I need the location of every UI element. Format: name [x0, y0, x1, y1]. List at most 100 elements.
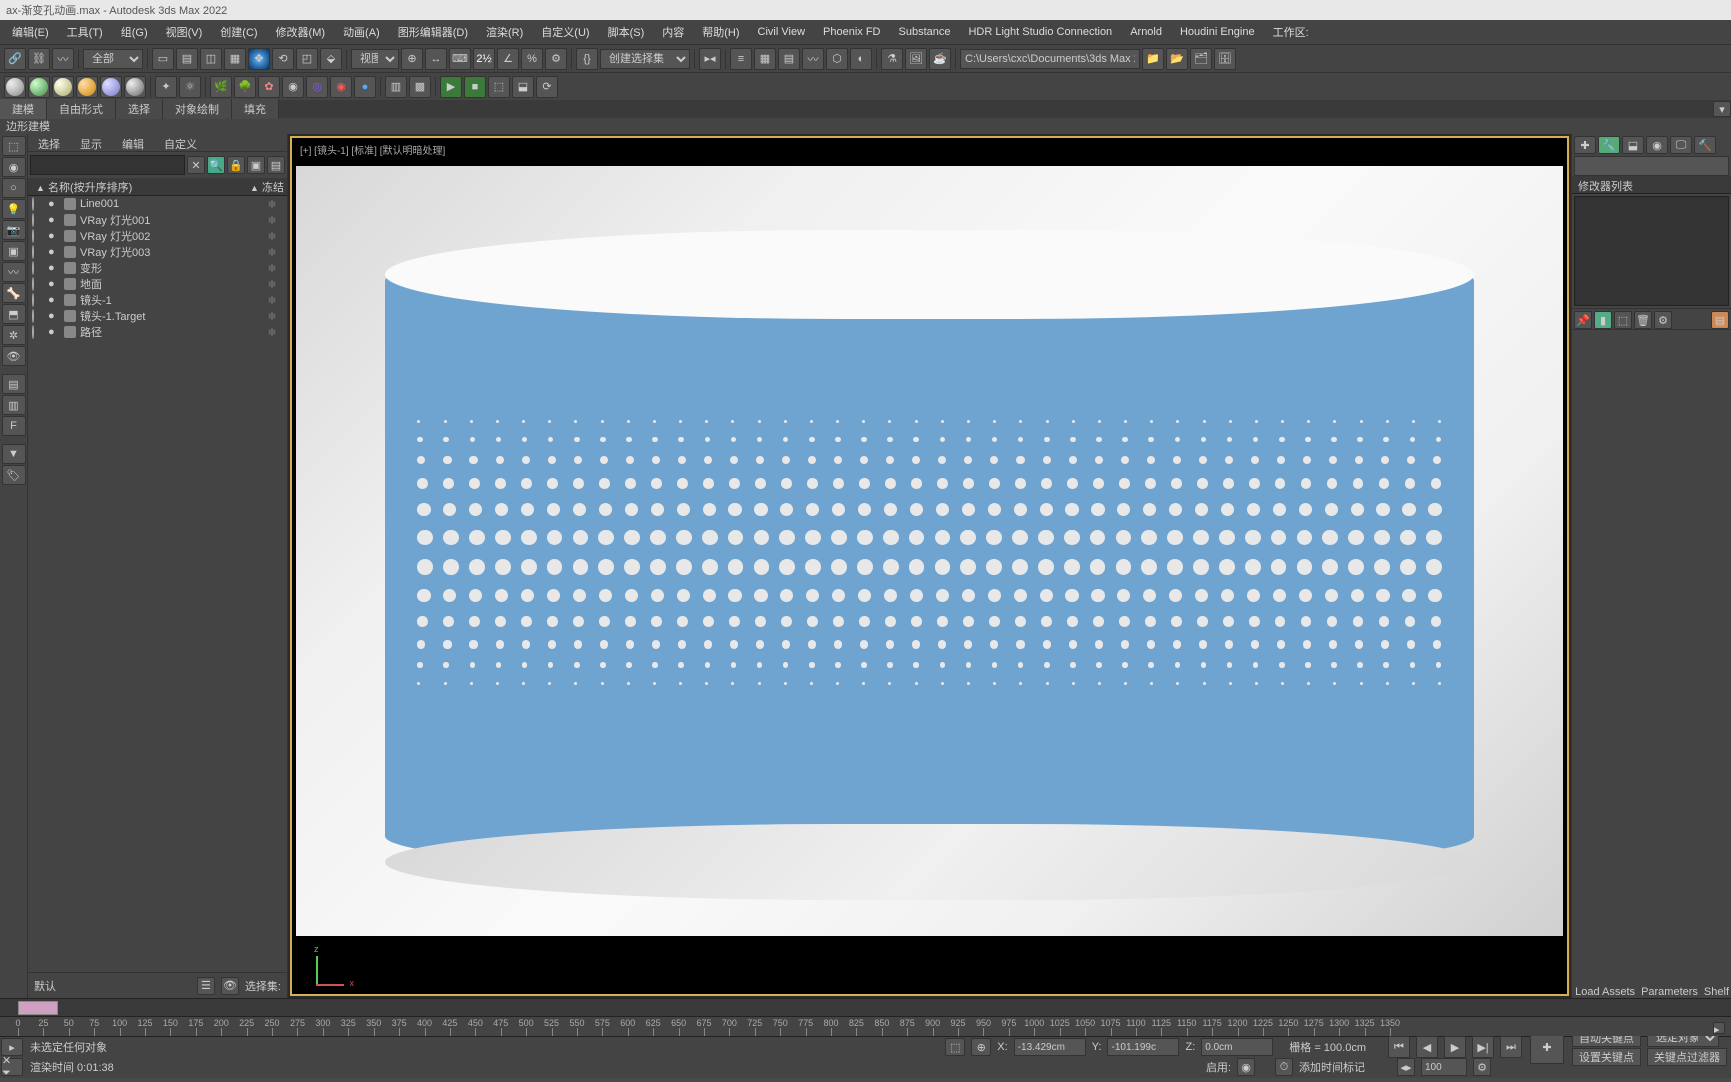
se-layer-icon[interactable]: ☰ — [197, 977, 215, 995]
cp-tab-display-icon[interactable]: 🖵 — [1670, 136, 1692, 154]
menu-houdini[interactable]: Houdini Engine — [1172, 22, 1263, 42]
cp-remove-icon[interactable]: 🗑 — [1634, 311, 1652, 329]
freeze-cell[interactable]: ❄ — [257, 294, 287, 307]
menu-arnold[interactable]: Arnold — [1122, 22, 1170, 42]
menu-substance[interactable]: Substance — [891, 22, 959, 42]
bind-icon[interactable]: 〰 — [52, 48, 74, 70]
se-filter-space-icon[interactable]: 〰 — [2, 262, 26, 282]
ribbon-tab-modeling[interactable]: 建模 — [0, 99, 47, 119]
sphere-btn-5[interactable] — [100, 76, 122, 98]
named-selset-select[interactable]: 创建选择集 — [600, 49, 690, 69]
link-icon[interactable]: 🔗 — [4, 48, 26, 70]
freeze-icon[interactable]: ● — [48, 262, 60, 274]
ribbon-tab-selection[interactable]: 选择 — [116, 99, 163, 119]
se-item-2[interactable]: ●VRay 灯光002❄ — [28, 228, 287, 244]
lock-selection-icon[interactable]: ⬚ — [945, 1038, 965, 1056]
material-editor-icon[interactable]: ◐ — [850, 48, 872, 70]
menu-help[interactable]: 帮助(H) — [694, 20, 747, 44]
eye-icon[interactable] — [32, 310, 44, 322]
se-filter-bone-icon[interactable]: 🦴 — [2, 283, 26, 303]
se-item-5[interactable]: ●地面❄ — [28, 276, 287, 292]
ribbon-tab-freeform[interactable]: 自由形式 — [47, 99, 116, 119]
cp-tab-parameters[interactable]: Parameters — [1641, 986, 1698, 998]
cp-pin-icon[interactable]: 📌 — [1574, 311, 1592, 329]
manipulate-icon[interactable]: ↔ — [425, 48, 447, 70]
se-filter-light-icon[interactable]: 💡 — [2, 199, 26, 219]
freeze-icon[interactable]: ● — [48, 230, 60, 242]
se-filter-group-icon[interactable]: ⬒ — [2, 304, 26, 324]
se-col-name[interactable]: ▲ 名称(按升序排序) — [28, 179, 247, 195]
timetag-icon[interactable]: ⏱ — [1275, 1058, 1293, 1076]
ribbon-dropdown-icon[interactable]: ▾ — [1713, 101, 1731, 117]
project-icon-3[interactable]: 🗂 — [1190, 48, 1212, 70]
time-slider[interactable] — [0, 998, 1731, 1016]
cp-tab-motion-icon[interactable]: ◉ — [1646, 136, 1668, 154]
cp-make-unique-icon[interactable]: ⬚ — [1614, 311, 1632, 329]
spinner-snap-icon[interactable]: ⚙ — [545, 48, 567, 70]
y-input[interactable] — [1107, 1038, 1179, 1056]
menu-content[interactable]: 内容 — [654, 20, 692, 44]
freeze-icon[interactable]: ● — [48, 246, 60, 258]
prev-frame-icon[interactable]: ◀ — [1416, 1036, 1438, 1058]
project-icon-1[interactable]: 📁 — [1142, 48, 1164, 70]
se-eye-icon[interactable]: 👁 — [221, 977, 239, 995]
se-col-freeze[interactable]: ▲ 冻结 — [247, 179, 287, 195]
freeze-icon[interactable]: ● — [48, 278, 60, 290]
eye-icon[interactable] — [32, 230, 44, 242]
freeze-icon[interactable]: ● — [48, 198, 60, 210]
select-region-icon[interactable]: ◫ — [200, 48, 222, 70]
freeze-cell[interactable]: ❄ — [257, 246, 287, 259]
menu-views[interactable]: 视图(V) — [158, 20, 211, 44]
sphere-btn-2[interactable] — [28, 76, 50, 98]
se-display-icon-2[interactable]: ▥ — [2, 395, 26, 415]
menu-edit[interactable]: 编辑(E) — [4, 20, 57, 44]
toggle-layer-icon[interactable]: ▦ — [754, 48, 776, 70]
se-item-6[interactable]: ●镜头-1❄ — [28, 292, 287, 308]
eye-icon[interactable] — [32, 294, 44, 306]
freeze-cell[interactable]: ❄ — [257, 326, 287, 339]
time-scroll-right-icon[interactable]: ▸ — [1713, 1022, 1725, 1034]
freeze-icon[interactable]: ● — [48, 310, 60, 322]
schematic-icon[interactable]: ⬡ — [826, 48, 848, 70]
se-search-input[interactable] — [30, 155, 185, 175]
z-input[interactable] — [1201, 1038, 1273, 1056]
freeze-cell[interactable]: ❄ — [257, 198, 287, 211]
select-scale-icon[interactable]: ◰ — [296, 48, 318, 70]
selection-filter[interactable]: 全部 — [83, 49, 143, 69]
se-opt1-icon[interactable]: ▣ — [247, 156, 265, 174]
addtag-label[interactable]: 添加时间标记 — [1299, 1059, 1365, 1075]
angle-snap-icon[interactable]: ∠ — [497, 48, 519, 70]
menu-rendering[interactable]: 渲染(R) — [478, 20, 531, 44]
se-filter-xref-icon[interactable]: ✲ — [2, 325, 26, 345]
ribbon-tab-populate[interactable]: 填充 — [232, 99, 279, 119]
frame-input[interactable] — [1421, 1058, 1467, 1076]
goto-end-icon[interactable]: ⏭ — [1500, 1036, 1522, 1058]
project-path-input[interactable] — [960, 49, 1140, 69]
freeze-cell[interactable]: ❄ — [257, 278, 287, 291]
se-filter-hidden-icon[interactable]: 👁 — [2, 346, 26, 366]
se-item-4[interactable]: ●变形❄ — [28, 260, 287, 276]
time-ruler[interactable]: ▸ 02550751001251501752002252502753003253… — [0, 1016, 1731, 1036]
se-item-1[interactable]: ●VRay 灯光001❄ — [28, 212, 287, 228]
time-slider-handle[interactable] — [18, 1001, 58, 1015]
enable-toggle-icon[interactable]: ◉ — [1237, 1058, 1255, 1076]
se-filter-helper-icon[interactable]: ▣ — [2, 241, 26, 261]
select-move-icon[interactable]: ✥ — [248, 48, 270, 70]
sphere-btn-4[interactable] — [76, 76, 98, 98]
menu-create[interactable]: 创建(C) — [212, 20, 265, 44]
grass-icon[interactable]: 🌿 — [210, 76, 232, 98]
freeze-icon[interactable]: ● — [48, 326, 60, 338]
time-config-icon[interactable]: ⚙ — [1473, 1058, 1491, 1076]
menu-scripting[interactable]: 脚本(S) — [600, 20, 653, 44]
menu-customize[interactable]: 自定义(U) — [533, 20, 597, 44]
eye-icon[interactable] — [32, 198, 44, 210]
select-name-icon[interactable]: ▤ — [176, 48, 198, 70]
sphere-btn-1[interactable] — [4, 76, 26, 98]
snap-toggle-icon[interactable]: 2½ — [473, 48, 495, 70]
se-lock-icon[interactable]: 🔒 — [227, 156, 245, 174]
select-place-icon[interactable]: ⬙ — [320, 48, 342, 70]
eye-icon[interactable] — [32, 246, 44, 258]
util-icon-4[interactable]: ◎ — [306, 76, 328, 98]
eye-icon[interactable] — [32, 278, 44, 290]
menu-tools[interactable]: 工具(T) — [59, 20, 111, 44]
